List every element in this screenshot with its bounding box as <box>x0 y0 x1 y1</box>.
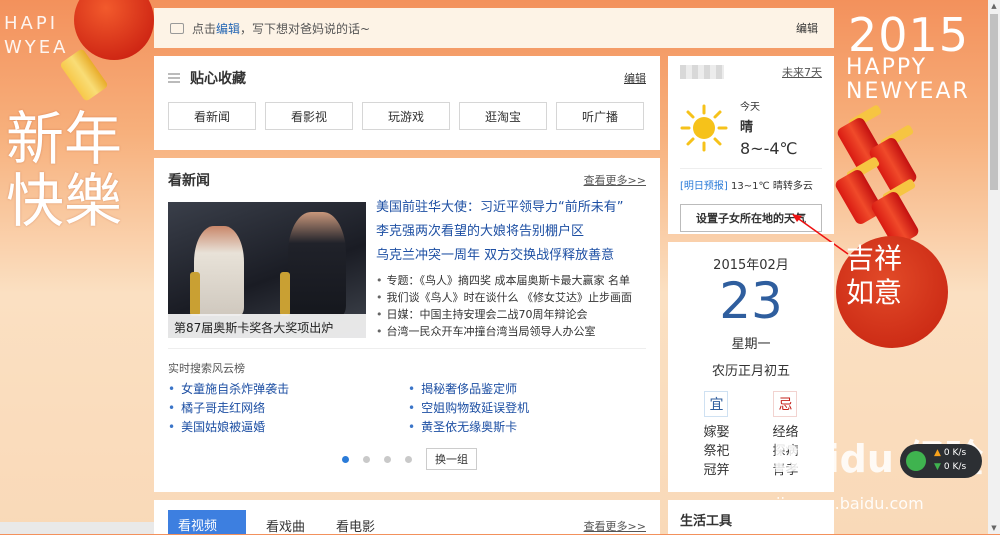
tomorrow-forecast: [明日预报] 13~1℃ 晴转多云 <box>680 177 822 192</box>
bottom-more-link[interactable]: 查看更多>> <box>584 518 646 534</box>
calendar-yi-column: 宜 嫁娶 祭祀 冠笄 <box>703 391 730 480</box>
life-tools-title: 生活工具 <box>680 514 733 529</box>
tab-opera[interactable]: 看戏曲 <box>266 516 305 535</box>
fav-taobao-button[interactable]: 逛淘宝 <box>459 102 547 130</box>
news-sub-item[interactable]: 专题：《鸟人》摘四奖 成本届奥斯卡最大赢家 名单 <box>376 272 646 289</box>
fav-video-button[interactable]: 看影视 <box>265 102 353 130</box>
upload-speed: 0 K/s <box>943 448 967 458</box>
favorites-buttons: 看新闻 看影视 玩游戏 逛淘宝 听广播 <box>168 102 646 130</box>
news-image-figure <box>288 212 346 316</box>
hot-search-item[interactable]: 女童施自杀炸弹袭击 <box>168 380 398 399</box>
fav-radio-button[interactable]: 听广播 <box>556 102 644 130</box>
hot-search-item[interactable]: 黄圣依无缘奥斯卡 <box>408 418 638 437</box>
pagination-dot[interactable] <box>342 455 349 463</box>
hot-search-right: 揭秘奢侈品鉴定师 空姐购物致延误登机 黄圣依无缘奥斯卡 <box>408 380 638 437</box>
news-more-link[interactable]: 查看更多>> <box>584 172 646 188</box>
bottom-section-panel: 看视频 看戏曲 看电影 查看更多>> <box>154 500 660 535</box>
news-sub-item[interactable]: 我们谈《鸟人》时在谈什么 《修女艾达》止步画面 <box>376 289 646 306</box>
message-suffix: ，写下想对爸妈说的话~ <box>240 21 371 36</box>
hot-search-item[interactable]: 橘子哥走红网络 <box>168 399 398 418</box>
news-image[interactable]: 第87届奥斯卡奖各大奖项出炉 <box>168 202 366 338</box>
tab-videos[interactable]: 看视频 <box>168 510 246 534</box>
tab-movies[interactable]: 看电影 <box>336 516 375 535</box>
today-temperature: 8~-4℃ <box>740 139 798 158</box>
background-seal: 吉祥 如意 <box>836 236 948 348</box>
news-image-figure <box>194 226 244 316</box>
vertical-scrollbar[interactable]: ▲ ▼ <box>988 0 1000 534</box>
weather-panel: 未来7天 今天 晴 8~-4℃ [明日预报] 13~1℃ 晴转多云 设置子女所在… <box>668 56 834 234</box>
change-group-button[interactable]: 换一组 <box>426 448 477 470</box>
tomorrow-tag: [明日预报] <box>680 181 728 192</box>
hot-search-item[interactable]: 美国姑娘被逼婚 <box>168 418 398 437</box>
news-sub-item[interactable]: 日媒：中国主持安理会二战70周年辩论会 <box>376 306 646 323</box>
calendar-lunar-date: 农历正月初五 <box>711 364 790 379</box>
background-happy-text: HAPI WYEA <box>4 13 69 58</box>
weather-condition: 晴 <box>740 120 754 135</box>
yi-item: 祭祀 <box>703 444 730 459</box>
fav-games-button[interactable]: 玩游戏 <box>362 102 450 130</box>
hot-search-left: 女童施自杀炸弹袭击 橘子哥走红网络 美国姑娘被逼婚 <box>168 380 398 437</box>
weather-divider <box>680 168 822 169</box>
calendar-day: 23 <box>719 272 783 330</box>
message-edit-button[interactable]: 编辑 <box>796 20 818 36</box>
scroll-up-arrow-icon[interactable]: ▲ <box>988 0 1000 12</box>
oscar-statue-icon <box>280 272 290 316</box>
tomorrow-text: 13~1℃ 晴转多云 <box>731 181 813 192</box>
network-speed-widget[interactable]: ▲ 0 K/s ▼ 0 K/s <box>900 444 982 478</box>
calendar-year-month: 2015年02月 <box>713 258 789 273</box>
scrollbar-thumb[interactable] <box>990 14 998 190</box>
message-prefix: 点击 <box>192 21 217 36</box>
fav-news-button[interactable]: 看新闻 <box>168 102 256 130</box>
news-sub-item[interactable]: 台湾一民众开车冲撞台湾当局领导人办公室 <box>376 323 646 340</box>
download-arrow-icon: ▼ <box>934 462 941 472</box>
favorites-panel: 贴心收藏 编辑 看新闻 看影视 玩游戏 逛淘宝 听广播 <box>154 56 660 150</box>
list-icon <box>168 73 180 83</box>
news-title: 看新闻 <box>168 173 210 189</box>
hot-search-item[interactable]: 空姐购物致延误登机 <box>408 399 638 418</box>
headline-link[interactable]: 李克强两次看望的大娘将告别棚户区 <box>376 220 646 244</box>
yi-item: 嫁娶 <box>703 425 730 440</box>
upload-arrow-icon: ▲ <box>934 448 941 458</box>
headline-link[interactable]: 美国前驻华大使：习近平领导力“前所未有” <box>376 196 646 220</box>
favorites-edit-button[interactable]: 编辑 <box>624 70 646 86</box>
today-label: 今天 <box>740 102 760 113</box>
ji-badge: 忌 <box>773 391 798 417</box>
yi-badge: 宜 <box>704 391 729 417</box>
speech-bubble-icon <box>170 22 184 34</box>
future-7-days-link[interactable]: 未来7天 <box>782 64 822 80</box>
background-year: 2015 <box>848 8 970 62</box>
background-calligraphy: 新年 快樂 <box>6 105 123 235</box>
news-divider <box>168 348 646 349</box>
background-happy-new-year: HAPPY NEWYEAR <box>846 55 970 104</box>
message-edit-link[interactable]: 编辑 <box>216 22 240 36</box>
oscar-statue-icon <box>190 272 200 316</box>
pagination-dot[interactable] <box>363 455 370 463</box>
horizontal-scrollbar[interactable] <box>0 522 154 534</box>
calendar-weekday: 星期一 <box>731 337 771 352</box>
news-pagination: 换一组 <box>342 448 477 470</box>
news-panel: 看新闻 查看更多>> 第87届奥斯卡奖各大奖项出炉 美国前驻华大使：习近平领导力… <box>154 158 660 492</box>
location-blurred <box>680 65 724 79</box>
yi-item: 冠笄 <box>703 463 730 478</box>
pagination-dot[interactable] <box>405 455 412 463</box>
baidu-watermark-url: jingyan.baidu.com <box>776 494 924 513</box>
pagination-dot[interactable] <box>384 455 391 463</box>
hot-search-item[interactable]: 揭秘奢侈品鉴定师 <box>408 380 638 399</box>
headline-link[interactable]: 乌克兰冲突一周年 双方交换战俘释放善意 <box>376 244 646 268</box>
favorites-title: 贴心收藏 <box>190 71 246 87</box>
sun-icon <box>680 104 728 152</box>
scroll-down-arrow-icon[interactable]: ▼ <box>988 522 1000 534</box>
message-text: 点击编辑，写下想对爸妈说的话~ <box>192 20 796 37</box>
speed-indicator-icon <box>906 451 926 471</box>
download-speed: 0 K/s <box>943 462 967 472</box>
hot-search-title: 实时搜索风云榜 <box>168 362 245 375</box>
news-image-caption[interactable]: 第87届奥斯卡奖各大奖项出炉 <box>168 314 366 338</box>
message-bar: 点击编辑，写下想对爸妈说的话~ 编辑 <box>154 8 834 48</box>
